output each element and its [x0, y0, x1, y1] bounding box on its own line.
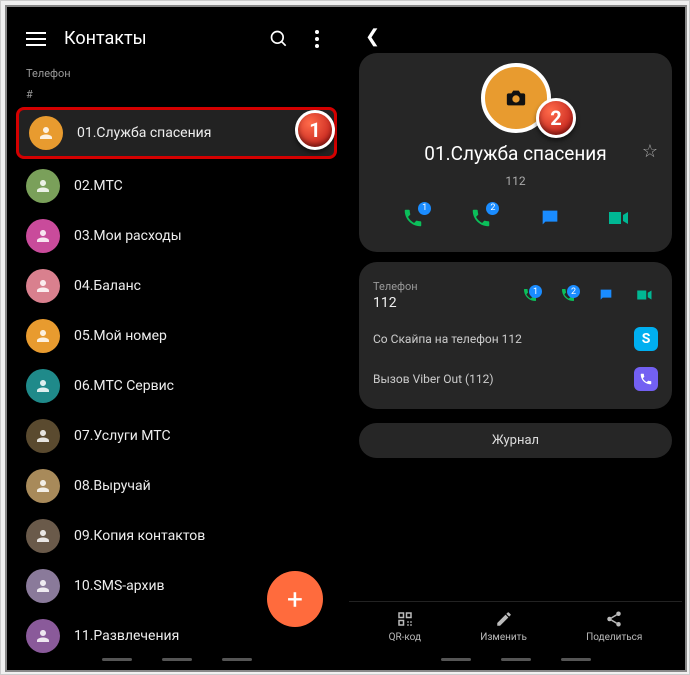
avatar — [26, 469, 60, 503]
viber-label: Вызов Viber Out (112) — [373, 372, 494, 386]
contact-name: 08.Выручай — [74, 478, 151, 494]
add-contact-button[interactable]: + — [267, 571, 323, 627]
share-button[interactable]: Поделиться — [586, 610, 642, 643]
contact-name: 02.МТС — [74, 178, 123, 194]
avatar — [26, 169, 60, 203]
contact-row[interactable]: 07.Услуги МТС — [10, 411, 343, 461]
more-icon[interactable] — [307, 29, 327, 49]
contact-number: 112 — [369, 174, 662, 188]
contact-name: 06.МТС Сервис — [74, 378, 174, 394]
phone-label: Телефон — [373, 280, 418, 293]
contact-row[interactable]: 01.Служба спасения — [16, 107, 337, 159]
header: ❮ — [349, 10, 682, 53]
index-letter: # — [10, 84, 343, 105]
edit-label: Изменить — [480, 632, 527, 643]
avatar — [29, 116, 63, 150]
contact-name: 04.Баланс — [74, 278, 141, 294]
sim-badge-1: 1 — [418, 202, 431, 215]
avatar — [26, 269, 60, 303]
camera-icon — [503, 87, 529, 109]
contact-name: 01.Служба спасения — [369, 143, 662, 166]
edit-icon — [495, 610, 513, 628]
skype-icon: S — [634, 327, 658, 351]
search-icon[interactable] — [269, 29, 289, 49]
message-button[interactable] — [530, 198, 570, 238]
video-mini[interactable] — [630, 281, 658, 309]
step-badge-1: 1 — [295, 110, 335, 150]
viber-row[interactable]: Вызов Viber Out (112) — [373, 359, 658, 399]
contact-row[interactable]: 04.Баланс — [10, 261, 343, 311]
contact-name: 03.Мои расходы — [74, 228, 182, 244]
mini-actions: 1 2 — [516, 281, 658, 309]
avatar — [26, 369, 60, 403]
nav-bar — [102, 658, 252, 661]
action-row: 1 2 — [369, 198, 662, 238]
contact-row[interactable]: 08.Выручай — [10, 461, 343, 511]
sim-badge-2: 2 — [567, 285, 580, 298]
share-label: Поделиться — [586, 632, 642, 643]
contact-name: 07.Услуги МТС — [74, 428, 171, 444]
page-title: Контакты — [64, 28, 251, 49]
contact-row[interactable]: 06.МТС Сервис — [10, 361, 343, 411]
nav-bar — [441, 658, 591, 661]
skype-row[interactable]: Со Скайпа на телефон 112 S — [373, 319, 658, 359]
contact-row[interactable]: 05.Мой номер — [10, 311, 343, 361]
contact-name: 10.SMS-архив — [74, 578, 165, 594]
avatar — [26, 319, 60, 353]
call-sim2-mini[interactable]: 2 — [554, 281, 582, 309]
avatar — [26, 619, 60, 653]
sim-badge-1: 1 — [529, 285, 542, 298]
call-sim1-button[interactable]: 1 — [393, 198, 433, 238]
video-button[interactable] — [598, 198, 638, 238]
back-icon[interactable]: ❮ — [365, 26, 380, 47]
qr-icon — [396, 610, 414, 628]
share-icon — [605, 610, 623, 628]
qr-code-button[interactable]: QR-код — [389, 610, 422, 643]
phone-detail-row[interactable]: Телефон 112 1 2 — [373, 272, 658, 319]
call-sim1-mini[interactable]: 1 — [516, 281, 544, 309]
profile-card: 01.Служба спасения ☆ 112 1 2 — [359, 53, 672, 252]
avatar — [26, 569, 60, 603]
contact-name: 11.Развлечения — [74, 628, 179, 644]
message-mini[interactable] — [592, 281, 620, 309]
avatar — [26, 219, 60, 253]
call-sim2-button[interactable]: 2 — [461, 198, 501, 238]
contact-name: 01.Служба спасения — [77, 125, 211, 141]
contact-row[interactable]: 03.Мои расходы — [10, 211, 343, 261]
sim-badge-2: 2 — [486, 202, 499, 215]
contact-row[interactable]: 09.Копия контактов — [10, 511, 343, 561]
contact-row[interactable]: 02.МТС — [10, 161, 343, 211]
header: Контакты — [10, 10, 343, 59]
avatar — [26, 419, 60, 453]
edit-button[interactable]: Изменить — [480, 610, 527, 643]
qr-label: QR-код — [389, 632, 422, 643]
contacts-list-screen: 1 Контакты Телефон # 01.Служба спасения 0… — [10, 10, 343, 667]
contact-name: 09.Копия контактов — [74, 528, 205, 544]
details-card: Телефон 112 1 2 — [359, 262, 672, 409]
menu-icon[interactable] — [26, 32, 46, 46]
skype-label: Со Скайпа на телефон 112 — [373, 332, 522, 346]
log-button[interactable]: Журнал — [359, 423, 672, 458]
step-badge-2: 2 — [536, 98, 576, 138]
contact-name: 05.Мой номер — [74, 328, 167, 344]
viber-icon — [634, 367, 658, 391]
avatar — [26, 519, 60, 553]
contact-detail-screen: 2 ❮ 01.Служба спасения ☆ 112 1 2 — [349, 10, 682, 667]
section-label: Телефон — [10, 59, 343, 84]
phone-value: 112 — [373, 295, 418, 311]
favorite-icon[interactable]: ☆ — [642, 141, 658, 162]
